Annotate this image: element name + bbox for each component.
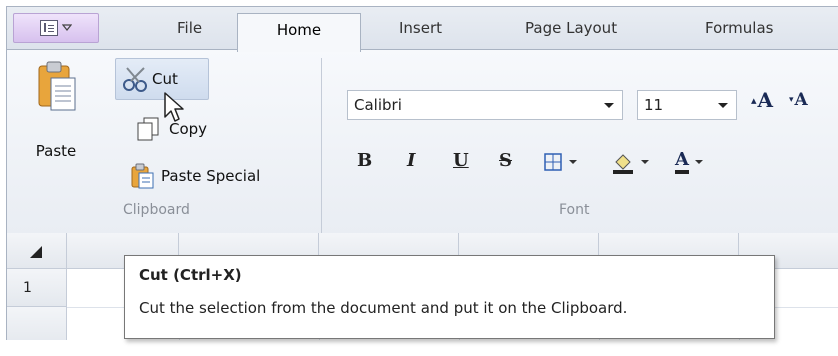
fill-color-button[interactable] bbox=[611, 150, 649, 174]
tab-home[interactable]: Home bbox=[237, 13, 361, 52]
chevron-down-icon bbox=[604, 103, 614, 108]
borders-button[interactable] bbox=[543, 152, 577, 172]
bold-button[interactable]: B bbox=[357, 150, 372, 171]
tab-formulas[interactable]: Formulas bbox=[705, 7, 773, 49]
paste-label: Paste bbox=[35, 142, 77, 160]
cut-label: Cut bbox=[152, 70, 178, 88]
application-window: File Home Insert Page Layout Formulas Pa… bbox=[6, 6, 838, 348]
font-color-glyph: A bbox=[675, 150, 689, 174]
chevron-down-icon bbox=[641, 160, 649, 164]
paste-special-label: Paste Special bbox=[161, 167, 261, 185]
font-size-value: 11 bbox=[644, 96, 664, 114]
tab-file[interactable]: File bbox=[177, 7, 202, 49]
quick-access-menu[interactable] bbox=[13, 13, 99, 43]
shrink-arrow-icon: ▾ bbox=[789, 95, 794, 105]
scissors-icon bbox=[123, 67, 147, 92]
shrink-font-button[interactable]: ▾ A bbox=[789, 90, 808, 110]
group-divider bbox=[321, 58, 322, 234]
tab-insert[interactable]: Insert bbox=[399, 7, 442, 49]
strikethrough-button[interactable]: S bbox=[499, 150, 512, 171]
row-header-1[interactable]: 1 bbox=[7, 269, 67, 307]
tab-page-layout[interactable]: Page Layout bbox=[525, 7, 617, 49]
paste-icon bbox=[38, 61, 76, 111]
paste-button[interactable]: Paste bbox=[21, 60, 91, 180]
select-all-icon bbox=[30, 246, 42, 258]
borders-icon bbox=[544, 153, 562, 171]
font-size-combo[interactable]: 11 bbox=[637, 90, 737, 120]
font-name-value: Calibri bbox=[354, 96, 402, 114]
mouse-pointer-icon bbox=[164, 92, 184, 122]
grow-font-button[interactable]: ▴ A bbox=[751, 88, 773, 112]
font-group-label: Font bbox=[559, 202, 590, 218]
grow-arrow-icon: ▴ bbox=[751, 93, 757, 107]
grow-font-glyph: A bbox=[757, 88, 774, 112]
document-view-icon bbox=[40, 20, 58, 36]
chevron-down-icon bbox=[694, 160, 703, 164]
copy-icon bbox=[137, 117, 159, 141]
chevron-down-icon bbox=[569, 160, 577, 164]
select-all-corner[interactable] bbox=[7, 233, 67, 269]
underline-button[interactable]: U bbox=[453, 150, 469, 171]
font-name-combo[interactable]: Calibri bbox=[347, 90, 623, 120]
page-curl-shadow bbox=[0, 340, 838, 356]
ribbon-home: Paste Cut Copy Paste Special Clipboard C… bbox=[7, 49, 838, 234]
tooltip-title: Cut (Ctrl+X) bbox=[139, 266, 242, 284]
cut-button[interactable]: Cut bbox=[115, 58, 209, 100]
paste-special-icon bbox=[131, 163, 154, 189]
fill-color-icon bbox=[613, 154, 633, 174]
ribbon-tab-bar: File Home Insert Page Layout Formulas bbox=[7, 7, 838, 52]
dropdown-arrow-icon bbox=[62, 24, 72, 31]
tooltip-body: Cut the selection from the document and … bbox=[139, 299, 628, 317]
italic-button[interactable]: I bbox=[407, 150, 415, 171]
cut-tooltip: Cut (Ctrl+X) Cut the selection from the … bbox=[124, 255, 775, 339]
shrink-font-glyph: A bbox=[794, 90, 808, 110]
font-color-button[interactable]: A bbox=[675, 150, 703, 174]
clipboard-group-label: Clipboard bbox=[123, 202, 190, 218]
paste-special-button[interactable]: Paste Special bbox=[129, 162, 260, 190]
chevron-down-icon bbox=[718, 103, 728, 108]
